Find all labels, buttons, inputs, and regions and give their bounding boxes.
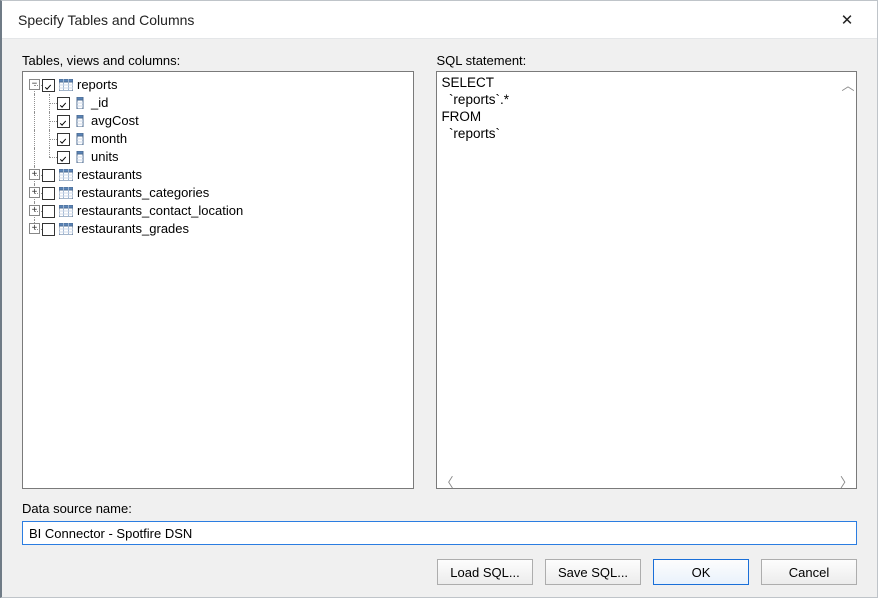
tree-spacer (27, 130, 42, 148)
tree-connector (42, 148, 57, 166)
tree-box[interactable]: − reports _id (22, 71, 414, 489)
checkbox-restaurants-contact-location[interactable] (42, 205, 55, 218)
column-icon (75, 151, 86, 163)
tree-connector (42, 130, 57, 148)
collapse-icon[interactable]: − (29, 79, 40, 90)
tree-connector: + (27, 184, 42, 202)
table-icon (59, 205, 73, 217)
tree-node-column[interactable]: units (27, 148, 413, 166)
button-row: Load SQL... Save SQL... OK Cancel (22, 559, 857, 585)
scroll-left-icon[interactable]: 〈 (440, 472, 453, 488)
checkbox-restaurants-grades[interactable] (42, 223, 55, 236)
dsn-input[interactable] (22, 521, 857, 545)
sql-textarea[interactable]: SELECT `reports`.* FROM `reports` (441, 74, 840, 472)
sql-pane: SQL statement: SELECT `reports`.* FROM `… (436, 53, 857, 489)
tree-label-column: units (91, 148, 118, 166)
tree-node-restaurants[interactable]: + restaurants (27, 166, 413, 184)
tree-label-reports: reports (77, 76, 117, 94)
dsn-section: Data source name: (22, 501, 857, 545)
checkbox-restaurants-categories[interactable] (42, 187, 55, 200)
tree: − reports _id (23, 72, 413, 238)
tree-spacer (27, 94, 42, 112)
tree-node-column[interactable]: avgCost (27, 112, 413, 130)
tree-node-restaurants-categories[interactable]: + restaurants_categories (27, 184, 413, 202)
tree-label-column: avgCost (91, 112, 139, 130)
close-icon[interactable]: ✕ (827, 5, 867, 35)
column-icon (75, 115, 86, 127)
column-icon (75, 133, 86, 145)
tree-label-column: month (91, 130, 127, 148)
tree-node-restaurants-grades[interactable]: + restaurants_grades (27, 220, 413, 238)
checkbox-column[interactable] (57, 97, 70, 110)
checkbox-column[interactable] (57, 133, 70, 146)
load-sql-button[interactable]: Load SQL... (437, 559, 533, 585)
tree-connector: + (27, 220, 42, 238)
dialog-title: Specify Tables and Columns (18, 12, 827, 28)
expand-icon[interactable]: + (29, 205, 40, 216)
tree-connector (42, 94, 57, 112)
tree-connector: − (27, 76, 42, 94)
tree-label-restaurants-grades: restaurants_grades (77, 220, 189, 238)
cancel-button[interactable]: Cancel (761, 559, 857, 585)
table-icon (59, 223, 73, 235)
tree-node-restaurants-contact-location[interactable]: + restaurants_contact_location (27, 202, 413, 220)
scroll-right-icon[interactable]: 〉 (840, 472, 853, 488)
column-icon (75, 97, 86, 109)
scrollbar-horizontal[interactable]: 〈 〉 (437, 472, 856, 488)
tree-label-column: _id (91, 94, 108, 112)
panes-row: Tables, views and columns: − reports (22, 53, 857, 489)
tree-connector: + (27, 166, 42, 184)
dialog-content: Tables, views and columns: − reports (2, 39, 877, 597)
tree-pane: Tables, views and columns: − reports (22, 53, 414, 489)
tree-label-restaurants-categories: restaurants_categories (77, 184, 209, 202)
ok-button[interactable]: OK (653, 559, 749, 585)
table-icon (59, 187, 73, 199)
dialog-window: Specify Tables and Columns ✕ Tables, vie… (0, 0, 878, 598)
tree-label: Tables, views and columns: (22, 53, 414, 71)
tree-node-reports[interactable]: − reports (27, 76, 413, 94)
tree-connector: + (27, 202, 42, 220)
tree-spacer (27, 148, 42, 166)
expand-icon[interactable]: + (29, 169, 40, 180)
tree-label-restaurants-contact-location: restaurants_contact_location (77, 202, 243, 220)
checkbox-reports[interactable] (42, 79, 55, 92)
expand-icon[interactable]: + (29, 187, 40, 198)
table-icon (59, 79, 73, 91)
save-sql-button[interactable]: Save SQL... (545, 559, 641, 585)
expand-icon[interactable]: + (29, 223, 40, 234)
checkbox-restaurants[interactable] (42, 169, 55, 182)
table-icon (59, 169, 73, 181)
tree-spacer (27, 112, 42, 130)
sql-label: SQL statement: (436, 53, 857, 71)
sql-box: SELECT `reports`.* FROM `reports` ︿ 〈 〉 (436, 71, 857, 489)
tree-node-column[interactable]: month (27, 130, 413, 148)
checkbox-column[interactable] (57, 115, 70, 128)
scroll-up-icon[interactable]: ︿ (840, 72, 856, 96)
checkbox-column[interactable] (57, 151, 70, 164)
tree-connector (42, 112, 57, 130)
tree-node-column[interactable]: _id (27, 94, 413, 112)
titlebar: Specify Tables and Columns ✕ (2, 1, 877, 39)
tree-label-restaurants: restaurants (77, 166, 142, 184)
dsn-label: Data source name: (22, 501, 857, 519)
